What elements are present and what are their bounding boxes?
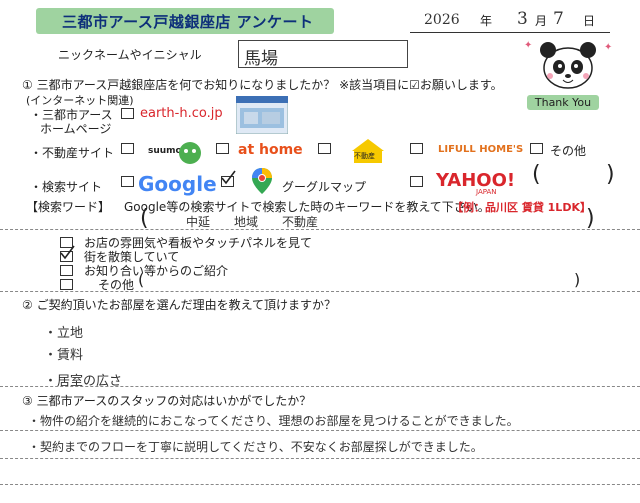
section-divider [0, 291, 640, 292]
paren-close: ) [606, 162, 615, 187]
option-4-checkbox[interactable] [60, 279, 73, 290]
google-maps-label: グーグルマップ [282, 180, 367, 194]
q2-answer-1: ・立地 [44, 326, 84, 341]
q3-question: ③ 三都市アースのスタッフの対応はいかがでしたか？ [22, 394, 312, 408]
answer-line [0, 430, 640, 431]
keyword-paren-close: ) [586, 206, 595, 231]
keyword-label: 【検索ワード】 [26, 200, 111, 214]
homepage-url: earth-h.co.jp [140, 106, 223, 121]
lifull-logo: LIFULL HOME'S [438, 144, 524, 155]
nickname-label: ニックネームやイニシャル [58, 48, 202, 62]
suumo-checkbox[interactable] [121, 143, 134, 154]
section-divider [0, 386, 640, 387]
svg-text:✦: ✦ [604, 42, 612, 53]
paren-open: ( [532, 162, 541, 187]
date-month: 3 [517, 9, 528, 29]
page-title: 三都市アース戸越銀座店 アンケート [62, 13, 314, 31]
yahoo-japan-text: JAPAN [476, 188, 497, 196]
yahoo-checkbox[interactable] [410, 176, 423, 187]
other-checkbox[interactable] [530, 143, 543, 154]
q1-question: ① 三都市アース戸越銀座店を何でお知りになりましたか？ ※該当項目に☑お願いしま… [22, 78, 503, 92]
homepage-label-2: ホームページ [40, 122, 112, 136]
homepage-checkbox[interactable] [121, 108, 134, 119]
other-label: その他 [550, 144, 587, 158]
q2-answer-2: ・賃料 [44, 348, 84, 363]
date-day: 7 [553, 9, 564, 29]
nickname-value: 馬場 [244, 49, 278, 69]
option-3-checkbox[interactable] [60, 265, 73, 276]
lifull-checkbox[interactable] [410, 143, 423, 154]
thank-you-badge: Thank You [527, 95, 599, 110]
check-mark-icon [60, 245, 75, 260]
yahoo-fudosan-checkbox[interactable] [318, 143, 331, 154]
athome-checkbox[interactable] [216, 143, 229, 154]
q2-question: ② ご契約頂いたお部屋を選んだ理由を教えて頂けますか？ [22, 298, 336, 312]
q3-answer-1: ・物件の紹介を継続的におこなってくださり、理想のお部屋を見つけることができました… [28, 414, 519, 428]
google-logo: Google [138, 172, 217, 196]
google-maps-pin-icon [252, 168, 272, 194]
answer-line [0, 458, 640, 459]
option-4-paren-close: ) [574, 270, 581, 289]
google-checkbox[interactable] [121, 176, 134, 187]
homepage-screenshot-icon [236, 96, 288, 134]
panda-mascot-icon: ✦ ✦ [524, 40, 612, 89]
option-4-paren-open: ( [138, 270, 145, 289]
check-mark-icon [221, 170, 236, 185]
answer-line [0, 484, 640, 485]
athome-logo: at home [238, 142, 303, 158]
realestate-label: ・不動産サイト [30, 146, 115, 160]
svg-text:✦: ✦ [524, 40, 532, 51]
keyword-paren-open: ( [140, 206, 149, 231]
keyword-answer: 中延 地域 不動産 [186, 215, 319, 229]
month-label: 月 [535, 14, 548, 28]
date-year: 2026 [424, 12, 460, 28]
day-label: 日 [583, 14, 596, 28]
section-divider [0, 229, 640, 230]
yahoo-fudosan-text: 不動産 [354, 152, 375, 160]
search-label: ・検索サイト [30, 180, 103, 194]
q3-answer-2: ・契約までのフローを丁寧に説明してくださり、不安なくお部屋探しができました。 [28, 440, 483, 454]
suumo-mascot-icon [179, 142, 201, 164]
year-label: 年 [480, 14, 493, 28]
keyword-example: 【例：品川区 賃貸 1LDK】 [452, 201, 591, 214]
